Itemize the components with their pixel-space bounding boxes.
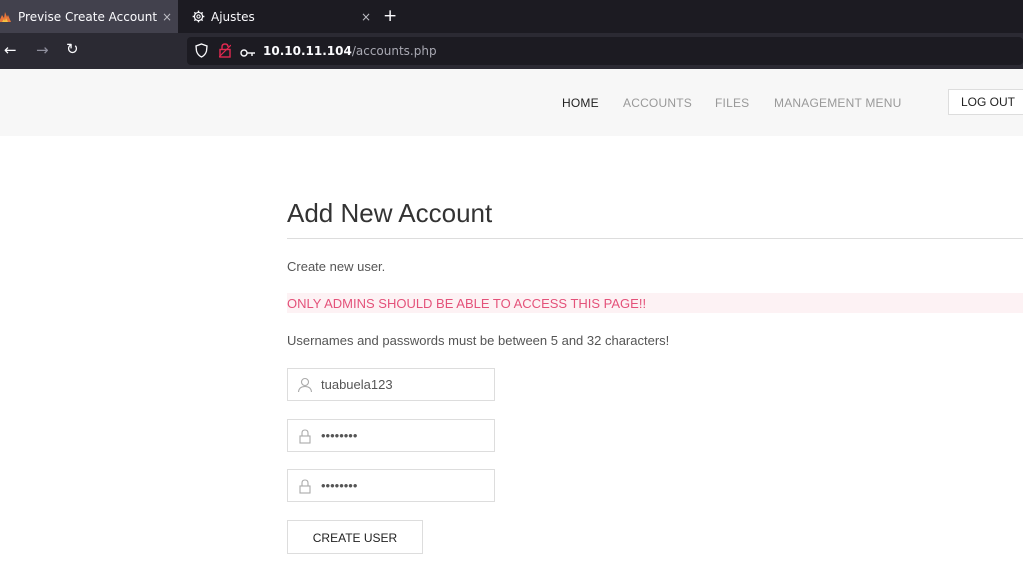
tab-ajustes[interactable]: Ajustes × [181,0,377,33]
admin-warning-alert: ONLY ADMINS SHOULD BE ABLE TO ACCESS THI… [287,293,1023,313]
site-header: HOME ACCOUNTS FILES MANAGEMENT MENU LOG … [0,69,1023,136]
insecure-lock-icon[interactable] [218,43,232,63]
nav-management-menu[interactable]: MANAGEMENT MENU [774,96,901,110]
nav-accounts[interactable]: ACCOUNTS [623,96,692,110]
intro-text: Create new user. [287,259,386,274]
lock-icon [297,428,313,444]
confirm-password-field[interactable] [287,469,495,502]
reload-icon[interactable]: ↻ [66,40,79,58]
lock-icon [297,478,313,494]
length-rules-text: Usernames and passwords must be between … [287,333,670,348]
nav-files[interactable]: FILES [715,96,749,110]
tab-previse-create-account[interactable]: Previse Create Account × [0,0,178,33]
password-input[interactable] [321,420,489,451]
confirm-password-input[interactable] [321,470,489,501]
flame-favicon-icon [0,10,12,24]
page-title: Add New Account [287,198,493,228]
tab-title: Ajustes [211,9,255,24]
url-text[interactable]: 10.10.11.104/accounts.php [263,44,437,58]
user-icon [297,377,313,393]
username-input[interactable] [321,369,489,400]
back-arrow-icon[interactable]: ← [4,41,17,59]
admin-warning-text: ONLY ADMINS SHOULD BE ABLE TO ACCESS THI… [287,296,647,311]
close-tab-icon[interactable]: × [162,10,172,24]
nav-home[interactable]: HOME [562,96,599,110]
browser-tab-bar: Previse Create Account × Ajustes × + [0,0,1023,33]
password-field[interactable] [287,419,495,452]
key-icon[interactable] [240,45,256,63]
title-divider [287,238,1023,239]
close-tab-icon[interactable]: × [361,10,371,24]
username-field[interactable] [287,368,495,401]
forward-arrow-icon[interactable]: → [36,41,49,59]
new-tab-icon[interactable]: + [383,6,397,26]
url-bar[interactable]: 10.10.11.104/accounts.php [187,37,1023,65]
tab-title: Previse Create Account [18,9,158,24]
create-user-button[interactable]: CREATE USER [287,520,423,554]
gear-icon [191,10,205,24]
logout-button[interactable]: LOG OUT [948,89,1023,115]
shield-icon[interactable] [195,43,208,63]
